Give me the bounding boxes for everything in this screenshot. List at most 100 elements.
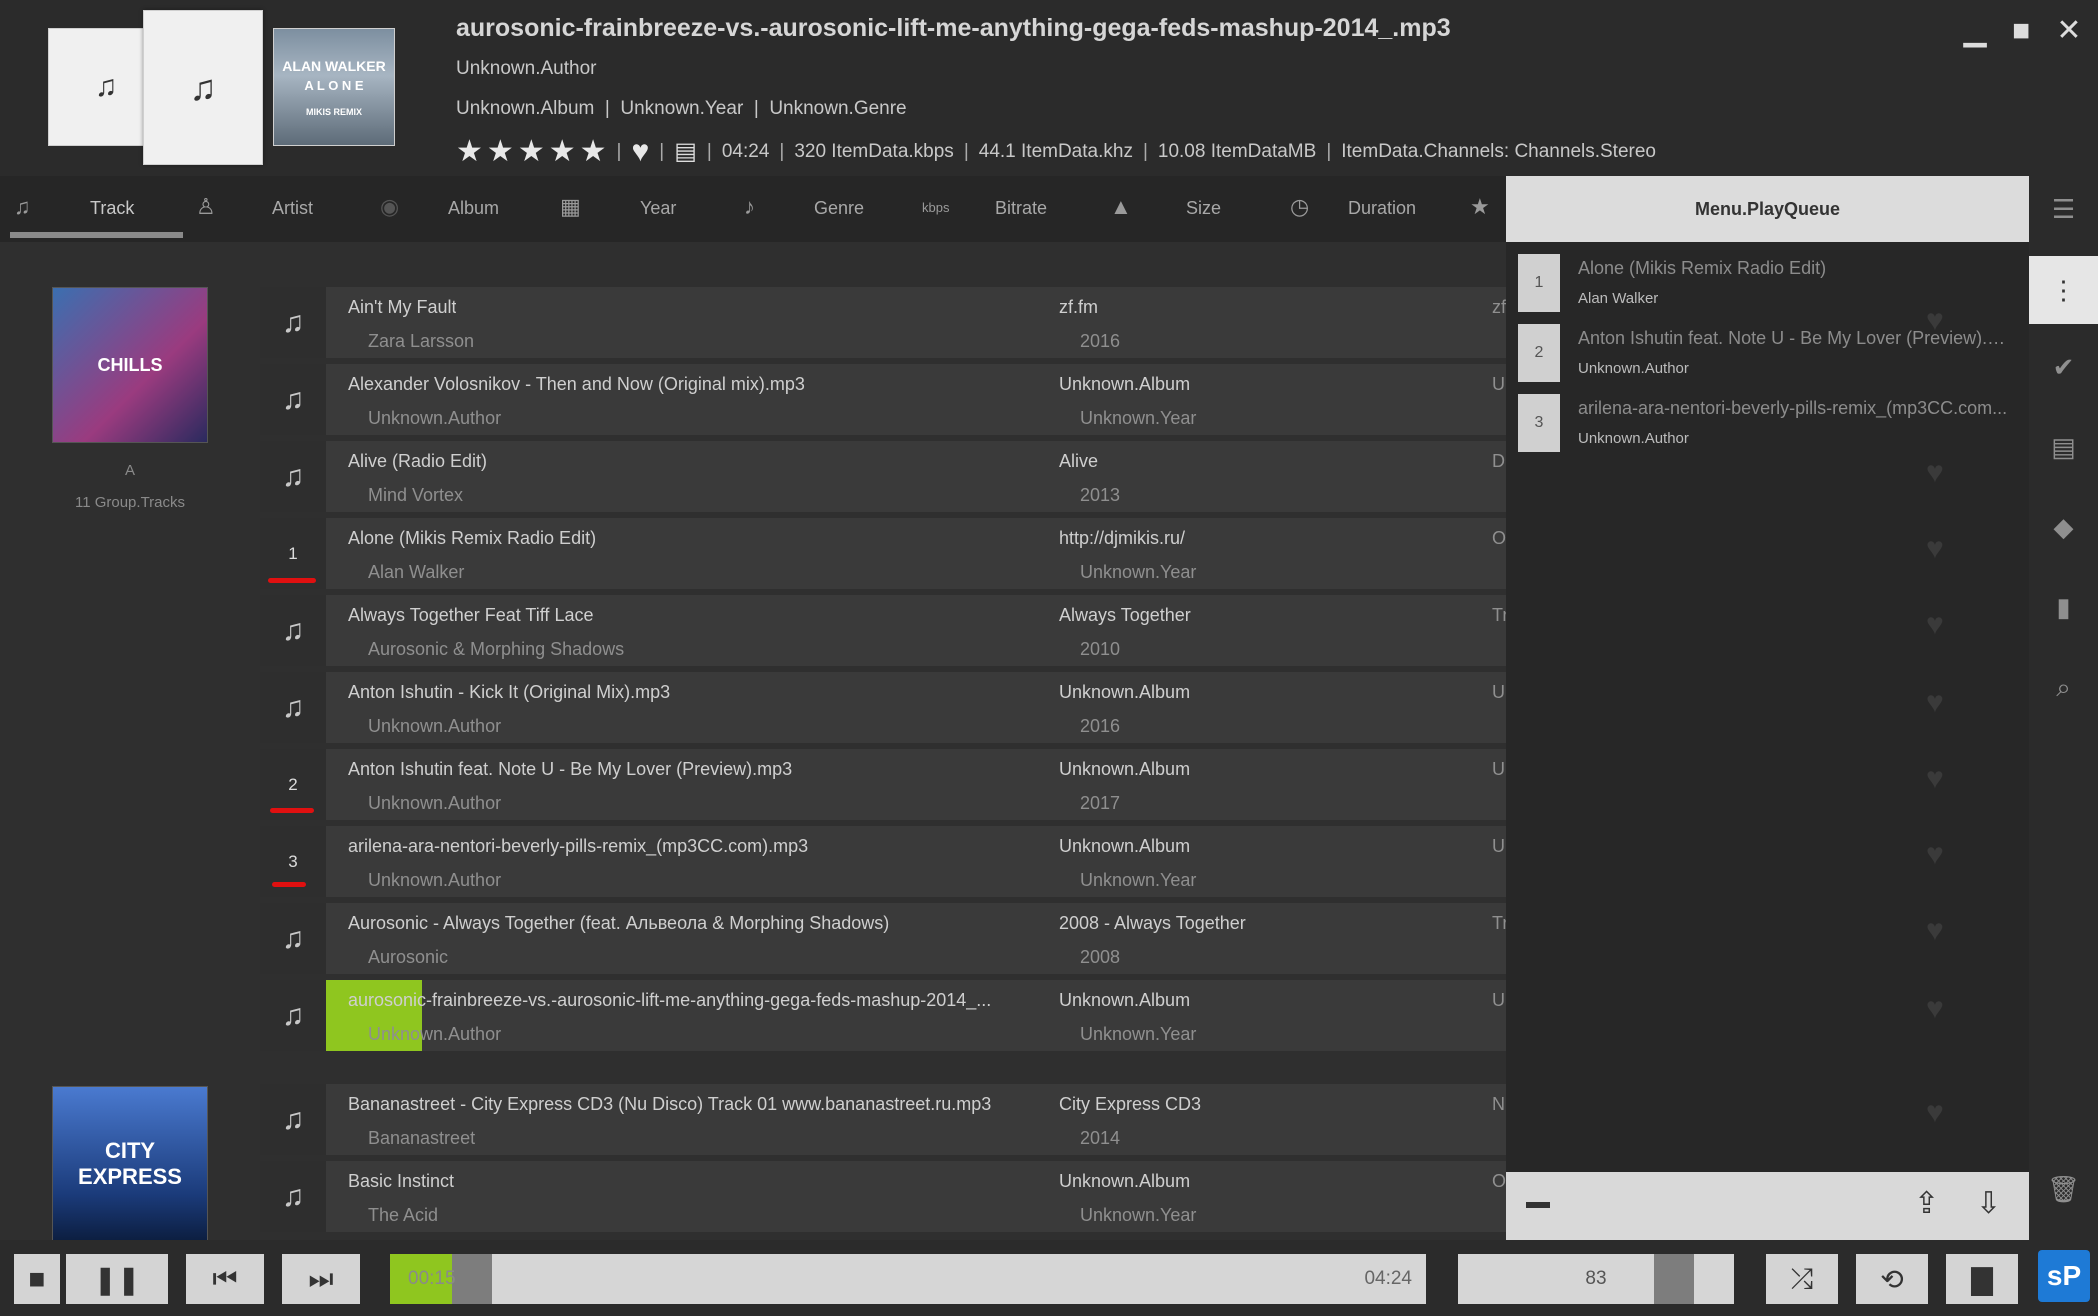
- upload-icon[interactable]: ⇪: [1914, 1186, 1939, 1221]
- column-artist[interactable]: Artist: [272, 198, 313, 219]
- checkmark-icon[interactable]: ✔: [2029, 352, 2098, 383]
- table-row-now-playing[interactable]: ♫ aurosonic-frainbreeze-vs.-aurosonic-li…: [260, 980, 1508, 1051]
- row-album: Unknown.Album: [1059, 990, 1191, 1010]
- queue-item[interactable]: 3 arilena-ara-nentori-beverly-pills-remi…: [1512, 390, 2029, 456]
- trash-icon[interactable]: 🗑: [2029, 1174, 2098, 1205]
- heart-icon[interactable]: ♥: [631, 135, 649, 169]
- table-row[interactable]: ♫ Basic Instinct The Acid Unknown.Album …: [260, 1161, 1508, 1232]
- lyrics-icon[interactable]: ▤: [674, 137, 697, 166]
- group-album-art-city-express[interactable]: CITY EXPRESS: [52, 1086, 208, 1242]
- star-icon[interactable]: ★: [456, 134, 483, 169]
- star-icon[interactable]: ★: [549, 134, 576, 169]
- table-row[interactable]: ♫ Always Together Feat Tiff Lace Auroson…: [260, 595, 1508, 666]
- minimize-icon: ▁: [1963, 14, 1987, 47]
- cover-art-alan-walker[interactable]: ALAN WALKER A L O N E MIKIS REMIX: [273, 28, 395, 146]
- row-year: 2008: [1080, 947, 1121, 967]
- pause-icon: ❚❚: [93, 1263, 141, 1295]
- equalizer-icon[interactable]: ▮: [2029, 592, 2098, 623]
- row-icon-cell: ♫: [260, 1161, 326, 1232]
- app-logo[interactable]: sP: [2038, 1250, 2090, 1302]
- document-icon[interactable]: ▤: [2029, 432, 2098, 463]
- seek-thumb[interactable]: [452, 1254, 492, 1304]
- column-bitrate[interactable]: Bitrate: [995, 198, 1047, 219]
- weight-icon: ▲: [1110, 194, 1132, 219]
- row-genre: U: [1492, 374, 1505, 394]
- download-icon[interactable]: ⇩: [1976, 1186, 2001, 1221]
- row-artist: Unknown.Author: [368, 408, 502, 428]
- queue-number: 2: [288, 774, 298, 794]
- volume-slider[interactable]: 83: [1458, 1254, 1734, 1304]
- row-artist: Unknown.Author: [368, 1024, 502, 1044]
- column-album[interactable]: Album: [448, 198, 499, 219]
- table-row[interactable]: 1 Alone (Mikis Remix Radio Edit) Alan Wa…: [260, 518, 1508, 589]
- column-year[interactable]: Year: [640, 198, 676, 219]
- close-button[interactable]: ✕: [2052, 14, 2086, 48]
- total-time: 04:24: [1364, 1268, 1412, 1289]
- queue-number: 3: [288, 851, 298, 871]
- row-genre: O: [1492, 528, 1507, 548]
- repeat-button[interactable]: ⟲: [1856, 1254, 1928, 1304]
- table-row[interactable]: ♫ Anton Ishutin - Kick It (Original Mix)…: [260, 672, 1508, 743]
- group-album-art-chills[interactable]: CHILLS: [52, 287, 208, 443]
- column-duration[interactable]: Duration: [1348, 198, 1416, 219]
- stop-button[interactable]: ■: [14, 1254, 60, 1304]
- close-icon: ✕: [2056, 14, 2082, 47]
- skip-forward-icon: ⏭: [308, 1262, 334, 1294]
- row-album: Unknown.Album: [1059, 836, 1191, 856]
- pause-button[interactable]: ❚❚: [66, 1254, 168, 1304]
- queue-item[interactable]: 1 Alone (Mikis Remix Radio Edit) Alan Wa…: [1512, 250, 2029, 316]
- heart-icon: ♥: [1926, 914, 1944, 947]
- music-note-icon: ♫: [281, 1102, 305, 1136]
- play-queue-footer: ⇪ ⇩: [1506, 1172, 2029, 1240]
- table-row[interactable]: ♫ Ain't My Fault Zara Larsson zf.fm 2016…: [260, 287, 1508, 358]
- table-row[interactable]: 2 Anton Ishutin feat. Note U - Be My Lov…: [260, 749, 1508, 820]
- music-note-icon: ♫: [281, 921, 305, 955]
- star-icon[interactable]: ★: [1470, 194, 1490, 220]
- table-row[interactable]: ♫ Bananastreet - City Express CD3 (Nu Di…: [260, 1084, 1508, 1155]
- seek-slider[interactable]: 00:15 04:24: [390, 1254, 1426, 1304]
- table-row[interactable]: ♫ Aurosonic - Always Together (feat. Аль…: [260, 903, 1508, 974]
- volume-thumb[interactable]: [1654, 1254, 1694, 1304]
- shuffle-button[interactable]: ⤮: [1766, 1254, 1838, 1304]
- search-icon[interactable]: ⌕: [2029, 672, 2098, 704]
- bitrate-icon: kbps: [922, 200, 950, 215]
- album-art-text: CHILLS: [97, 354, 163, 375]
- hamburger-menu-icon[interactable]: ☰: [2029, 194, 2098, 225]
- star-icon[interactable]: ★: [518, 134, 545, 169]
- row-icon-cell: ♫: [260, 980, 326, 1051]
- track-title: aurosonic-frainbreeze-vs.-aurosonic-lift…: [456, 14, 1451, 42]
- column-header-bar: ♫ Track ♙ Artist ◉ Album ▦ Year ♪ Genre …: [0, 176, 1506, 242]
- clock-icon: ◷: [1290, 194, 1310, 219]
- annotation-underline: [272, 882, 306, 887]
- queue-item[interactable]: 2 Anton Ishutin feat. Note U - Be My Lov…: [1512, 320, 2029, 386]
- rating-stars[interactable]: ★ ★ ★ ★ ★: [456, 134, 607, 169]
- equalizer-button[interactable]: ▇: [1946, 1254, 2018, 1304]
- previous-button[interactable]: ⏮: [186, 1254, 264, 1304]
- duration-value: 04:24: [721, 140, 770, 162]
- music-note-icon: ♫: [14, 194, 31, 219]
- next-button[interactable]: ⏭: [282, 1254, 360, 1304]
- table-row[interactable]: ♫ Alive (Radio Edit) Mind Vortex Alive 2…: [260, 441, 1508, 512]
- star-icon[interactable]: ★: [580, 134, 607, 169]
- column-size[interactable]: Size: [1186, 198, 1221, 219]
- star-icon[interactable]: ★: [487, 134, 514, 169]
- heart-icon: ♥: [1926, 762, 1944, 795]
- queue-number: 1: [288, 543, 298, 563]
- table-row[interactable]: 3 arilena-ara-nentori-beverly-pills-remi…: [260, 826, 1508, 897]
- cover-placeholder-current[interactable]: ♫: [143, 10, 263, 165]
- row-title: Aurosonic - Always Together (feat. Альве…: [348, 913, 890, 933]
- row-artist: Unknown.Author: [368, 716, 502, 736]
- table-row[interactable]: ♫ Alexander Volosnikov - Then and Now (O…: [260, 364, 1508, 435]
- remove-from-queue-button[interactable]: [1526, 1202, 1550, 1208]
- track-album-line: Unknown.Album | Unknown.Year | Unknown.G…: [456, 98, 907, 119]
- row-year: Unknown.Year: [1080, 408, 1197, 428]
- music-note-icon: ♫: [94, 70, 118, 103]
- maximize-button[interactable]: ■: [2004, 14, 2038, 48]
- row-artist: Mind Vortex: [368, 485, 464, 505]
- column-track[interactable]: Track: [90, 198, 134, 219]
- column-genre[interactable]: Genre: [814, 198, 864, 219]
- tag-icon[interactable]: ◆: [2029, 512, 2098, 543]
- more-options-icon[interactable]: ⋮: [2029, 256, 2098, 324]
- minimize-button[interactable]: ▁: [1958, 14, 1992, 48]
- repeat-icon: ⟲: [1880, 1263, 1904, 1295]
